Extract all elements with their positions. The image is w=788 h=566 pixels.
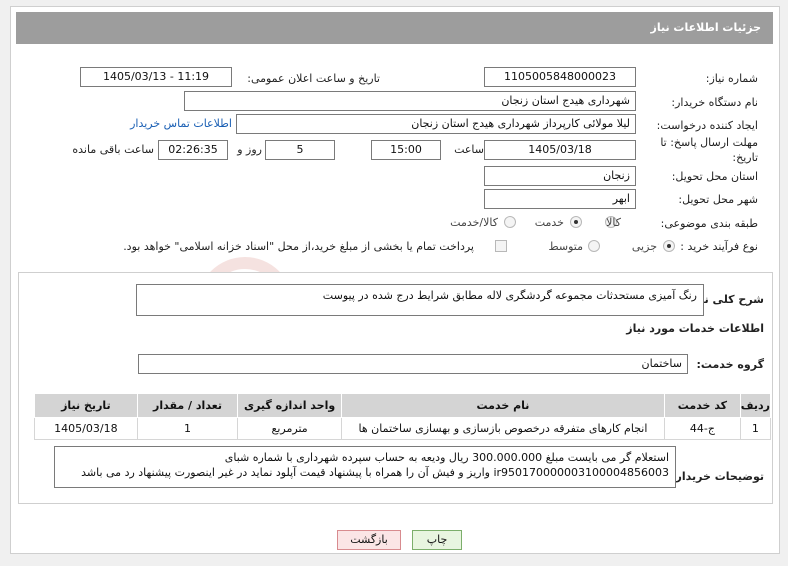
table-row: 1 ج-44 انجام کارهای متفرقه درخصوص بازساز… — [34, 417, 772, 440]
col-unit: واحد اندازه گیری — [237, 393, 342, 418]
remaining-time-field: 02:26:35 — [158, 140, 228, 160]
col-quantity: تعداد / مقدار — [136, 393, 239, 418]
print-button[interactable]: چاپ — [412, 530, 462, 550]
cell-row: 1 — [739, 417, 772, 440]
buyer-notes-label: توضیحات خریدار: — [671, 470, 764, 483]
buyer-org-field: شهرداری هیدج استان زنجان — [184, 91, 636, 111]
cell-need-date: 1405/03/18 — [34, 417, 138, 440]
deadline-label: مهلت ارسال پاسخ: تا — [660, 136, 758, 149]
services-heading: اطلاعات خدمات مورد نیاز — [626, 322, 764, 335]
description-field: رنگ آمیزی مستحدثات مجموعه گردشگری لاله م… — [136, 284, 704, 316]
cell-quantity: 1 — [136, 417, 239, 440]
need-number-label: شماره نیاز: — [705, 72, 758, 85]
process-option-medium: متوسط — [548, 240, 583, 253]
cell-service-code: ج-44 — [664, 417, 741, 440]
buyer-notes-line-1: استعلام گر می بایست مبلغ 300.000.000 ریا… — [224, 451, 669, 464]
category-option-goods: کالا — [606, 216, 621, 229]
col-service-name: نام خدمت — [340, 393, 666, 418]
process-option-minor: جزیی — [631, 240, 657, 253]
announce-date-label: تاریخ و ساعت اعلان عمومی: — [247, 72, 380, 85]
deadline-date-field: 1405/03/18 — [484, 140, 636, 160]
city-field: ابهر — [484, 189, 636, 209]
deadline-hour-field: 15:00 — [371, 140, 441, 160]
buyer-contact-link[interactable]: اطلاعات تماس خریدار — [130, 117, 232, 130]
category-label: طبقه بندی موضوعی: — [660, 217, 758, 230]
treasury-checkbox[interactable] — [495, 240, 507, 252]
province-label: استان محل تحویل: — [671, 170, 758, 183]
back-button[interactable]: بازگشت — [337, 530, 401, 550]
remaining-label: ساعت باقی مانده — [72, 143, 154, 156]
col-service-code: کد خدمت — [664, 393, 741, 418]
buyer-notes-field: استعلام گر می بایست مبلغ 300.000.000 ریا… — [54, 446, 676, 488]
payment-note: پرداخت تمام یا بخشی از مبلغ خرید،از محل … — [123, 240, 474, 253]
category-option-both: کالا/خدمت — [450, 216, 498, 229]
services-table: ردیف کد خدمت نام خدمت واحد اندازه گیری ت… — [34, 393, 772, 440]
table-header-row: ردیف کد خدمت نام خدمت واحد اندازه گیری ت… — [34, 393, 772, 418]
page-title: جزئیات اطلاعات نیاز — [16, 12, 773, 44]
announce-date-field: 1405/03/13 - 11:19 — [80, 67, 232, 87]
category-radio-service[interactable] — [570, 216, 582, 228]
process-radio-medium[interactable] — [588, 240, 600, 252]
category-radio-both[interactable] — [504, 216, 516, 228]
need-number-field: 1105005848000023 — [484, 67, 636, 87]
creator-label: ایجاد کننده درخواست: — [656, 119, 758, 132]
cell-unit: مترمربع — [237, 417, 342, 440]
col-row: ردیف — [739, 393, 772, 418]
cell-service-name: انجام کارهای متفرقه درخصوص بازسازی و بهس… — [340, 417, 666, 440]
creator-field: لیلا مولائی کارپرداز شهرداری هیدج استان … — [236, 114, 636, 134]
hour-label: ساعت — [454, 143, 484, 156]
city-label: شهر محل تحویل: — [678, 193, 758, 206]
category-option-service: خدمت — [534, 216, 564, 229]
days-field: 5 — [265, 140, 335, 160]
service-group-field: ساختمان — [138, 354, 688, 374]
service-group-label: گروه خدمت: — [696, 358, 764, 371]
process-radio-minor[interactable] — [663, 240, 675, 252]
days-label: روز و — [237, 143, 262, 156]
deadline-label-date: تاریخ: — [732, 151, 758, 164]
province-field: زنجان — [484, 166, 636, 186]
buyer-org-label: نام دستگاه خریدار: — [671, 96, 758, 109]
buyer-notes-line-2: ir950170000003100004856003 واریز و فیش آ… — [81, 466, 669, 479]
col-need-date: تاریخ نیاز — [34, 393, 138, 418]
process-label: نوع فرآیند خرید : — [680, 240, 758, 253]
